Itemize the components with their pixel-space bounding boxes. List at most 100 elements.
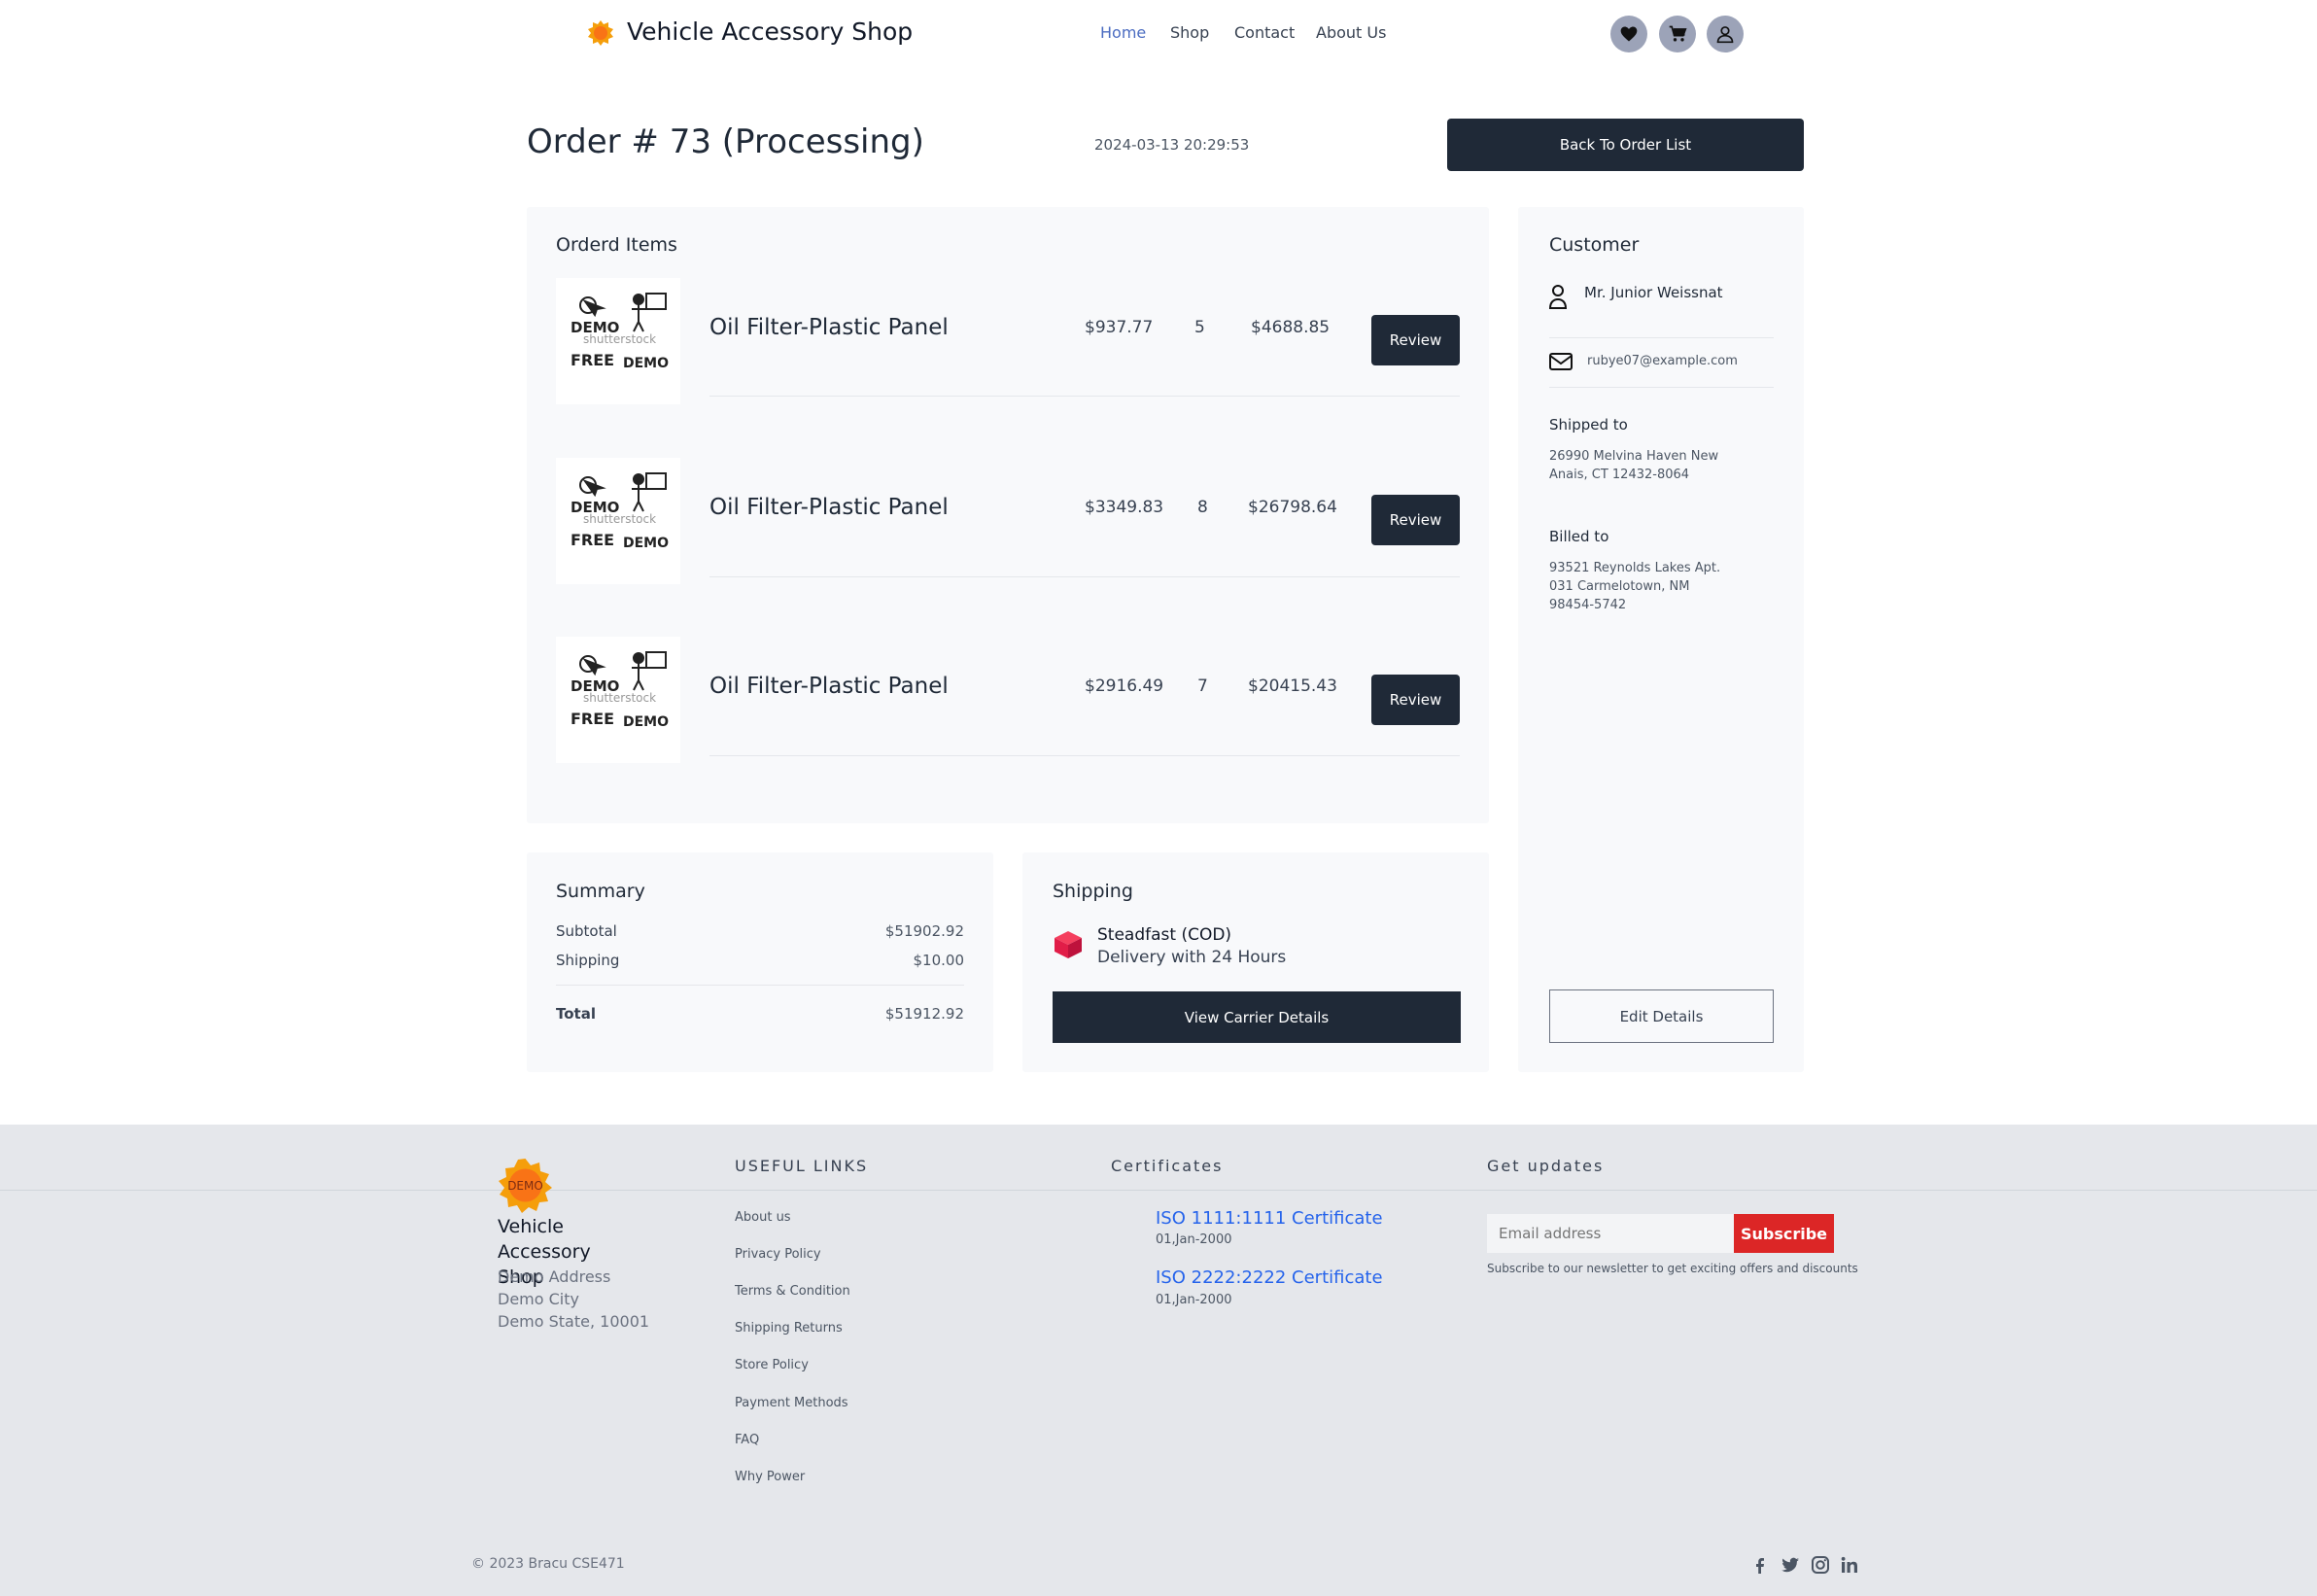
certificate-link[interactable]: ISO 2222:2222 Certificate bbox=[1156, 1267, 1383, 1288]
item-divider bbox=[709, 396, 1460, 397]
footer-link-privacy-policy[interactable]: Privacy Policy bbox=[735, 1247, 821, 1262]
item-thumbnail[interactable]: DEMO shutterstock FREE DEMO bbox=[556, 458, 680, 584]
billed-address-line: 93521 Reynolds Lakes Apt. bbox=[1549, 561, 1721, 575]
edit-details-button[interactable]: Edit Details bbox=[1549, 989, 1774, 1043]
carrier-description: Delivery with 24 Hours bbox=[1097, 948, 1287, 967]
item-thumbnail[interactable]: DEMO shutterstock FREE DEMO bbox=[556, 278, 680, 404]
footer-link-faq[interactable]: FAQ bbox=[735, 1433, 759, 1447]
svg-text:shutterstock: shutterstock bbox=[583, 691, 656, 705]
footer-link-why-power[interactable]: Why Power bbox=[735, 1470, 805, 1484]
view-carrier-details-button[interactable]: View Carrier Details bbox=[1053, 991, 1461, 1043]
shipping-label: Shipping bbox=[556, 952, 620, 969]
get-updates-heading: Get updates bbox=[1487, 1157, 1605, 1175]
item-price: $2916.49 bbox=[1085, 677, 1164, 696]
footer-address-line: Demo City bbox=[498, 1290, 579, 1308]
billed-address-line: 031 Carmelotown, NM bbox=[1549, 579, 1690, 594]
footer bbox=[0, 1125, 2317, 1596]
total-label: Total bbox=[556, 1005, 596, 1023]
back-to-order-list-button[interactable]: Back To Order List bbox=[1447, 119, 1804, 171]
summary-title: Summary bbox=[556, 881, 645, 902]
customer-title: Customer bbox=[1549, 234, 1640, 256]
item-quantity: 8 bbox=[1197, 498, 1208, 517]
user-icon bbox=[1716, 26, 1734, 44]
item-price: $3349.83 bbox=[1085, 498, 1164, 517]
footer-link-shipping-returns[interactable]: Shipping Returns bbox=[735, 1321, 843, 1336]
item-name[interactable]: Oil Filter-Plastic Panel bbox=[709, 495, 949, 520]
svg-text:FREE: FREE bbox=[571, 351, 614, 369]
subtotal-value: $51902.92 bbox=[884, 922, 964, 940]
total-value: $51912.92 bbox=[884, 1005, 964, 1023]
newsletter-email-input[interactable] bbox=[1487, 1214, 1734, 1253]
divider bbox=[1549, 387, 1774, 388]
billed-address-line: 98454-5742 bbox=[1549, 598, 1627, 612]
review-button[interactable]: Review bbox=[1371, 675, 1460, 725]
divider bbox=[1549, 337, 1774, 338]
ordered-items-title: Orderd Items bbox=[556, 234, 677, 256]
nav-contact[interactable]: Contact bbox=[1234, 23, 1295, 42]
svg-text:shutterstock: shutterstock bbox=[583, 332, 656, 346]
shipped-to-label: Shipped to bbox=[1549, 416, 1628, 434]
linkedin-icon[interactable] bbox=[1840, 1555, 1859, 1575]
item-thumbnail[interactable]: DEMO shutterstock FREE DEMO bbox=[556, 637, 680, 763]
svg-text:DEMO: DEMO bbox=[507, 1179, 543, 1193]
item-name[interactable]: Oil Filter-Plastic Panel bbox=[709, 674, 949, 699]
footer-link-store-policy[interactable]: Store Policy bbox=[735, 1358, 809, 1372]
useful-links-heading: USEFUL LINKS bbox=[735, 1157, 869, 1175]
heart-icon bbox=[1620, 26, 1638, 42]
billed-to-label: Billed to bbox=[1549, 528, 1609, 545]
footer-link-about-us[interactable]: About us bbox=[735, 1210, 791, 1225]
footer-logo-icon[interactable]: DEMO bbox=[498, 1158, 553, 1213]
item-price: $937.77 bbox=[1085, 318, 1154, 337]
nav-about-us[interactable]: About Us bbox=[1316, 23, 1386, 42]
svg-text:DEMO: DEMO bbox=[623, 714, 669, 730]
footer-link-terms[interactable]: Terms & Condition bbox=[735, 1284, 850, 1299]
cart-icon bbox=[1669, 25, 1687, 42]
review-button[interactable]: Review bbox=[1371, 315, 1460, 365]
brand-logo-icon[interactable] bbox=[587, 19, 614, 47]
newsletter-note: Subscribe to our newsletter to get excit… bbox=[1487, 1262, 1858, 1275]
item-total: $4688.85 bbox=[1251, 318, 1331, 337]
shipped-address-line: Anais, CT 12432-8064 bbox=[1549, 468, 1690, 482]
footer-link-payment-methods[interactable]: Payment Methods bbox=[735, 1396, 848, 1410]
nav-shop[interactable]: Shop bbox=[1170, 23, 1209, 42]
item-quantity: 7 bbox=[1197, 677, 1208, 696]
svg-text:FREE: FREE bbox=[571, 710, 614, 728]
item-quantity: 5 bbox=[1194, 318, 1205, 337]
review-button[interactable]: Review bbox=[1371, 495, 1460, 545]
user-icon bbox=[1549, 285, 1567, 309]
svg-text:DEMO: DEMO bbox=[623, 356, 669, 371]
order-title: Order # 73 (Processing) bbox=[527, 122, 924, 161]
instagram-icon[interactable] bbox=[1811, 1555, 1830, 1575]
order-date: 2024-03-13 20:29:53 bbox=[1094, 136, 1250, 154]
footer-address-line: Demo Address bbox=[498, 1267, 611, 1286]
footer-divider bbox=[0, 1190, 2317, 1191]
package-icon bbox=[1055, 931, 1082, 958]
subtotal-label: Subtotal bbox=[556, 922, 617, 940]
certificate-date: 01,Jan-2000 bbox=[1156, 1293, 1232, 1307]
customer-email[interactable]: rubye07@example.com bbox=[1587, 354, 1738, 368]
item-divider bbox=[709, 576, 1460, 577]
subscribe-button[interactable]: Subscribe bbox=[1734, 1214, 1834, 1253]
shipping-value: $10.00 bbox=[913, 952, 965, 969]
cart-button[interactable] bbox=[1659, 16, 1696, 52]
twitter-icon[interactable] bbox=[1781, 1555, 1800, 1575]
wishlist-button[interactable] bbox=[1610, 16, 1647, 52]
customer-name: Mr. Junior Weissnat bbox=[1584, 284, 1723, 301]
facebook-icon[interactable] bbox=[1750, 1555, 1770, 1575]
certificate-date: 01,Jan-2000 bbox=[1156, 1232, 1232, 1247]
brand-name[interactable]: Vehicle Accessory Shop bbox=[627, 17, 913, 46]
divider bbox=[556, 985, 964, 986]
certificates-heading: Certificates bbox=[1111, 1157, 1224, 1175]
item-total: $20415.43 bbox=[1248, 677, 1337, 696]
svg-text:shutterstock: shutterstock bbox=[583, 512, 656, 526]
copyright: © 2023 Bracu CSE471 bbox=[471, 1556, 625, 1572]
carrier-name: Steadfast (COD) bbox=[1097, 925, 1232, 945]
item-name[interactable]: Oil Filter-Plastic Panel bbox=[709, 315, 949, 340]
nav-home[interactable]: Home bbox=[1100, 23, 1146, 42]
certificate-link[interactable]: ISO 1111:1111 Certificate bbox=[1156, 1208, 1383, 1229]
svg-text:DEMO: DEMO bbox=[623, 536, 669, 551]
shipping-title: Shipping bbox=[1053, 881, 1133, 902]
account-button[interactable] bbox=[1707, 16, 1744, 52]
footer-address-line: Demo State, 10001 bbox=[498, 1312, 650, 1331]
shipped-address-line: 26990 Melvina Haven New bbox=[1549, 449, 1719, 464]
